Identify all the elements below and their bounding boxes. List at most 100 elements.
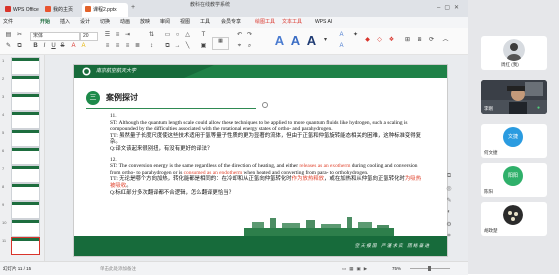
menu-item-animation[interactable]: 动画: [120, 17, 130, 28]
bold-icon[interactable]: B: [32, 43, 39, 50]
font-size-select[interactable]: 20: [80, 32, 98, 41]
text-effect-icon[interactable]: ✦: [352, 32, 359, 39]
menu-item-tools[interactable]: 工具: [200, 17, 210, 28]
menu-item-text-tools[interactable]: 文本工具: [282, 17, 302, 28]
participant-tile-video[interactable]: 李刚 ●: [481, 80, 547, 114]
participant-tile[interactable]: 胡政楚: [481, 202, 547, 236]
font-name-select[interactable]: 宋体: [30, 32, 80, 41]
zoom-slider-thumb[interactable]: [428, 266, 431, 271]
new-tab-plus-icon[interactable]: +: [131, 4, 135, 11]
text-outline-icon[interactable]: A: [338, 43, 345, 50]
underline-icon[interactable]: U: [50, 43, 57, 50]
numbered-list-icon[interactable]: ≡: [114, 32, 121, 39]
shape-style-icon[interactable]: ◎: [444, 185, 454, 197]
slide-thumbnail[interactable]: [11, 201, 40, 219]
rotate-handle[interactable]: [262, 102, 268, 108]
shape-rect-icon[interactable]: ▭: [164, 32, 171, 39]
shape-effect-icon[interactable]: ❖: [388, 37, 395, 44]
shape-circle-icon[interactable]: ○: [174, 32, 181, 39]
slide[interactable]: 南京航空航天大学 三 案例探讨 11. ST: Although the qua…: [73, 64, 448, 257]
slide-thumbnail-active[interactable]: [11, 237, 40, 255]
tab-home[interactable]: 我的主页: [42, 3, 80, 17]
text-direction-icon[interactable]: ⇅: [148, 32, 155, 39]
shape-triangle-icon[interactable]: △: [184, 32, 191, 39]
shape-outline-icon[interactable]: ◇: [376, 37, 383, 44]
menu-item-drawing-tools[interactable]: 绘图工具: [255, 17, 275, 28]
indent-icon[interactable]: ⇥: [124, 32, 131, 39]
redo-icon[interactable]: ↷: [246, 32, 253, 39]
slide-text-box[interactable]: 11. ST: Although the quantum length scal…: [110, 113, 422, 196]
quick-style-icon[interactable]: ▦: [212, 37, 229, 50]
slide-thumbnail[interactable]: [11, 129, 40, 147]
bullet-list-icon[interactable]: ☰: [104, 32, 111, 39]
text-box-icon[interactable]: T: [200, 32, 207, 39]
avatar: 阳阳: [503, 166, 523, 186]
align-center-icon[interactable]: ≡: [114, 43, 121, 50]
menu-item-home[interactable]: 开始: [40, 17, 50, 28]
arrange-icon[interactable]: ⧉: [164, 43, 171, 50]
slide-title[interactable]: 案例探讨: [106, 92, 138, 103]
cut-icon[interactable]: ✂: [16, 32, 23, 39]
align-objects-icon[interactable]: ⊞: [404, 37, 411, 44]
fill-icon[interactable]: ◐: [444, 209, 454, 221]
more-styles-icon[interactable]: ▾: [322, 37, 329, 44]
slide-thumbnail[interactable]: [11, 219, 40, 237]
slide-thumbnail[interactable]: [11, 93, 40, 111]
pen-icon[interactable]: ✎: [444, 197, 454, 209]
menu-item-slideshow[interactable]: 放映: [140, 17, 150, 28]
paste-icon[interactable]: ▤: [5, 32, 12, 39]
format-painter-icon[interactable]: ✎: [5, 43, 12, 50]
picture-icon[interactable]: ▣: [200, 43, 207, 50]
italic-icon[interactable]: I: [41, 43, 48, 50]
menu-item-design[interactable]: 设计: [80, 17, 90, 28]
slide-thumbnail[interactable]: [11, 111, 40, 129]
text-style-sample-outline[interactable]: A: [287, 31, 304, 51]
line-spacing-icon[interactable]: ↕: [148, 43, 155, 50]
tab-document[interactable]: 课程2.pptx: [82, 3, 128, 17]
justify-icon[interactable]: ≣: [134, 43, 141, 50]
zoom-level[interactable]: 75%: [392, 262, 401, 275]
text-style-sample-dark[interactable]: A: [303, 31, 320, 51]
settings-icon[interactable]: ⚙: [444, 221, 454, 233]
font-color-icon[interactable]: A: [70, 43, 77, 50]
menu-item-view[interactable]: 视图: [180, 17, 190, 28]
menu-item-transition[interactable]: 切换: [100, 17, 110, 28]
find-icon[interactable]: ⌕: [246, 43, 253, 50]
line-icon[interactable]: ╲: [184, 43, 191, 50]
arrow-icon[interactable]: →: [174, 43, 181, 50]
strikethrough-icon[interactable]: S: [59, 43, 66, 50]
thumbnail-number: 7: [2, 166, 5, 171]
avatar: 文捷: [503, 127, 523, 147]
collapse-ribbon-icon[interactable]: ︿: [442, 37, 449, 44]
menu-item-review[interactable]: 审阅: [160, 17, 170, 28]
rotate-icon[interactable]: ⟳: [428, 37, 435, 44]
text-style-sample-blue[interactable]: A: [271, 31, 288, 51]
menu-item-file[interactable]: 文件: [3, 17, 13, 28]
participant-tile[interactable]: 文捷 何文捷: [481, 124, 547, 158]
align-right-icon[interactable]: ≡: [124, 43, 131, 50]
view-switcher-icons[interactable]: ▭▦▣▶: [342, 262, 370, 275]
copy-icon[interactable]: ⧉: [16, 43, 23, 50]
select-icon[interactable]: ⌖: [236, 43, 243, 50]
slide-thumbnail[interactable]: [11, 165, 40, 183]
notes-placeholder[interactable]: 单击此处添加备注: [100, 262, 136, 275]
slide-thumbnail[interactable]: [11, 147, 40, 165]
slide-thumbnail[interactable]: [11, 57, 40, 75]
window-controls[interactable]: –▢✕: [437, 4, 463, 11]
crop-icon[interactable]: ⌗: [444, 233, 454, 245]
tab-wps-office[interactable]: WPS Office: [2, 3, 40, 17]
menu-item-wps-ai[interactable]: WPS AI: [315, 17, 332, 28]
menu-item-member[interactable]: 会员专享: [221, 17, 241, 28]
menu-item-insert[interactable]: 插入: [60, 17, 70, 28]
highlight-icon[interactable]: A: [80, 43, 87, 50]
align-left-icon[interactable]: ≡: [104, 43, 111, 50]
group-icon[interactable]: ⧈: [416, 37, 423, 44]
slide-thumbnail[interactable]: [11, 75, 40, 93]
text-fill-icon[interactable]: A: [338, 32, 345, 39]
layers-icon[interactable]: ⧉: [444, 173, 454, 185]
undo-icon[interactable]: ↶: [236, 32, 243, 39]
shape-fill-icon[interactable]: ◆: [364, 37, 371, 44]
participant-tile-self[interactable]: 周红 (我): [481, 36, 547, 70]
participant-tile[interactable]: 阳阳 陈阳: [481, 163, 547, 197]
slide-thumbnail[interactable]: [11, 183, 40, 201]
